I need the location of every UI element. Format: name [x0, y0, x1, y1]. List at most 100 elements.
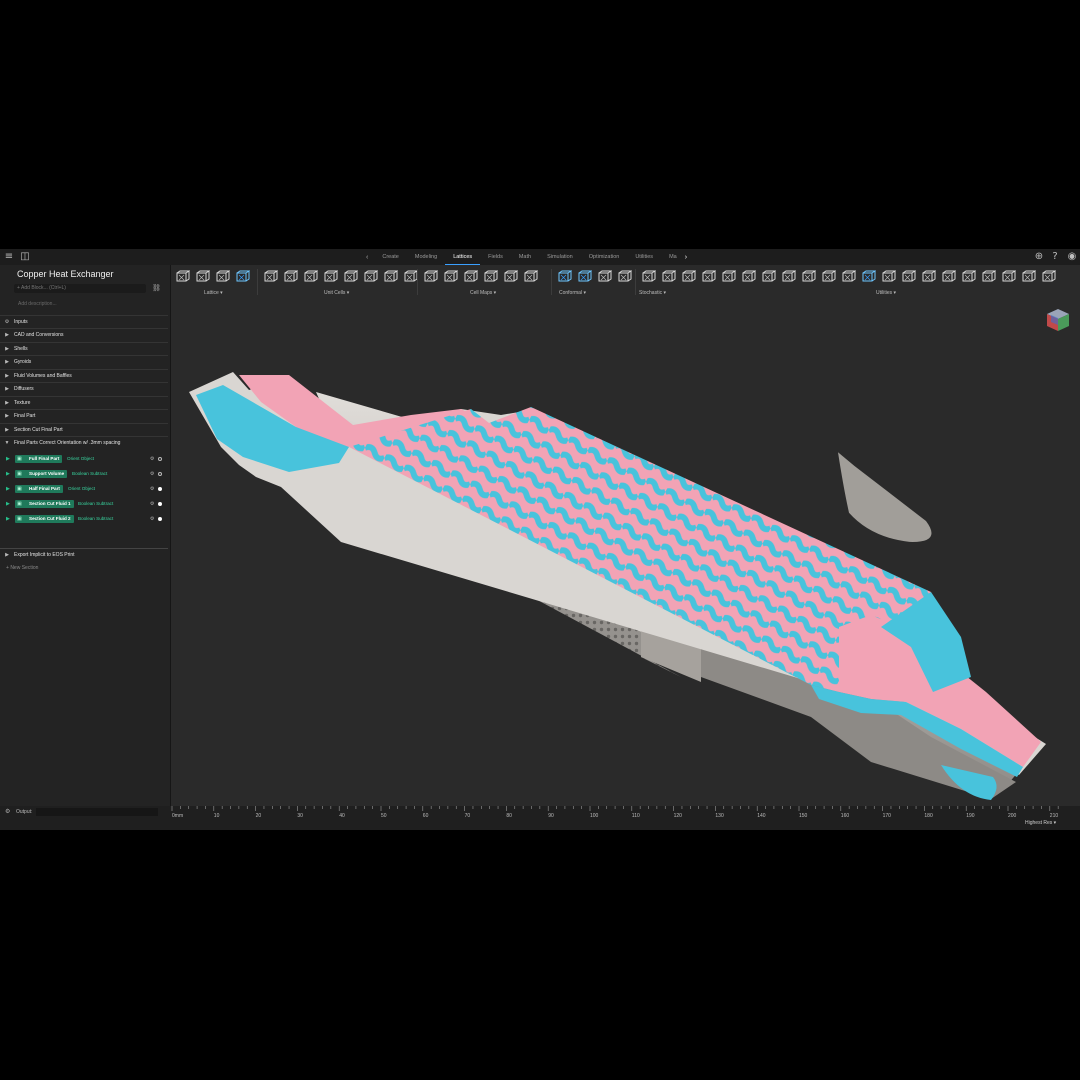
- toolbar-tool-icon[interactable]: [1041, 269, 1056, 284]
- add-block-input[interactable]: + Add Block... (Ctrl+L): [14, 284, 146, 293]
- tabs-scroll-right-icon[interactable]: ›: [679, 254, 693, 261]
- toolbar-tool-icon[interactable]: [403, 269, 418, 284]
- menu-icon[interactable]: ≡: [3, 251, 15, 263]
- section-texture[interactable]: ▶ Texture: [0, 396, 168, 409]
- toolbar-tool-icon[interactable]: [343, 269, 358, 284]
- toolbar-tool-icon[interactable]: [557, 269, 572, 284]
- tabs-scroll-left-icon[interactable]: ‹: [360, 254, 374, 261]
- gear-icon[interactable]: ⚙: [150, 483, 154, 495]
- toolbar-tool-icon[interactable]: [761, 269, 776, 284]
- toolbar-tool-icon[interactable]: [741, 269, 756, 284]
- toolbar-tool-icon[interactable]: [323, 269, 338, 284]
- toolbar-tool-icon[interactable]: [681, 269, 696, 284]
- toolbar-tool-icon[interactable]: [1021, 269, 1036, 284]
- toolbar-tool-icon[interactable]: [383, 269, 398, 284]
- toolbar-tool-icon[interactable]: [941, 269, 956, 284]
- visibility-toggle[interactable]: [158, 517, 162, 521]
- toolbar-tool-icon[interactable]: [577, 269, 592, 284]
- tab-more[interactable]: Ma: [661, 249, 679, 265]
- block-section-cut-fluid-2[interactable]: ▶ ▣ Section Cut Fluid 2 Boolean Subtract …: [4, 513, 168, 525]
- tab-optimization[interactable]: Optimization: [581, 249, 628, 265]
- block-support-volume[interactable]: ▶ ▣ Support Volume Boolean Subtract ⚙: [4, 468, 168, 480]
- toolbar-tool-icon[interactable]: [821, 269, 836, 284]
- toolbar-tool-icon[interactable]: [483, 269, 498, 284]
- toolbar-tool-icon[interactable]: [881, 269, 896, 284]
- download-icon[interactable]: ⊕: [1033, 251, 1045, 263]
- toolbar-tool-icon[interactable]: [721, 269, 736, 284]
- visibility-toggle[interactable]: [158, 472, 162, 476]
- toolbar-tool-icon[interactable]: [597, 269, 612, 284]
- section-cad-and-conversions[interactable]: ▶ CAD and Conversions: [0, 328, 168, 341]
- group-lattice-dropdown[interactable]: Lattice ▾: [204, 290, 223, 296]
- toolbar-tool-icon[interactable]: [283, 269, 298, 284]
- toolbar-tool-icon[interactable]: [1001, 269, 1016, 284]
- gear-icon[interactable]: ⚙: [150, 513, 154, 525]
- gear-icon[interactable]: ⚙: [5, 808, 10, 815]
- toolbar-tool-icon[interactable]: [523, 269, 538, 284]
- toolbar-tool-icon[interactable]: [641, 269, 656, 284]
- toolbar-tool-icon[interactable]: [423, 269, 438, 284]
- visibility-toggle[interactable]: [158, 487, 162, 491]
- resolution-dropdown[interactable]: Highest Res ▾: [1025, 820, 1056, 826]
- section-shells[interactable]: ▶ Shells: [0, 342, 168, 355]
- group-conformal-dropdown[interactable]: Conformal ▾: [559, 290, 586, 296]
- output-field[interactable]: [36, 808, 158, 816]
- toolbar-tool-icon[interactable]: [617, 269, 632, 284]
- tab-create[interactable]: Create: [374, 249, 407, 265]
- group-utilities-dropdown[interactable]: Utilities ▾: [876, 290, 896, 296]
- tab-lattices[interactable]: Lattices: [445, 249, 481, 265]
- block-half-final-part[interactable]: ▶ ▣ Half Final Part Orient Object ⚙: [4, 483, 168, 495]
- visibility-toggle[interactable]: [158, 502, 162, 506]
- toolbar-tool-icon[interactable]: [463, 269, 478, 284]
- section-final-part[interactable]: ▶ Final Part: [0, 409, 168, 422]
- gear-icon[interactable]: ⚙: [150, 498, 154, 510]
- group-stochastic-dropdown[interactable]: Stochastic ▾: [639, 290, 666, 296]
- gear-icon[interactable]: ⚙: [150, 468, 154, 480]
- tab-utilities[interactable]: Utilities: [627, 249, 661, 265]
- view-cube-icon[interactable]: [1045, 307, 1071, 333]
- block-full-final-part[interactable]: ▶ ▣ Full Final Part Orient Object ⚙: [4, 453, 168, 465]
- group-unit-cells-dropdown[interactable]: Unit Cells ▾: [324, 290, 349, 296]
- toolbar-tool-icon[interactable]: [195, 269, 210, 284]
- toolbar-tool-icon[interactable]: [235, 269, 250, 284]
- toolbar-tool-icon[interactable]: [263, 269, 278, 284]
- block-section-cut-fluid-1[interactable]: ▶ ▣ Section Cut Fluid 1 Boolean Subtract …: [4, 498, 168, 510]
- toolbar-tool-icon[interactable]: [961, 269, 976, 284]
- heat-exchanger-model[interactable]: [171, 297, 1080, 806]
- block-name-pill[interactable]: ▣ Half Final Part: [15, 485, 63, 493]
- help-icon[interactable]: ?: [1049, 251, 1061, 263]
- project-title[interactable]: Copper Heat Exchanger: [17, 269, 114, 279]
- section-fluid-volumes[interactable]: ▶ Fluid Volumes and Baffles: [0, 369, 168, 382]
- toolbar-tool-icon[interactable]: [701, 269, 716, 284]
- block-name-pill[interactable]: ▣ Full Final Part: [15, 455, 63, 463]
- block-name-pill[interactable]: ▣ Section Cut Fluid 1: [15, 500, 74, 508]
- toolbar-tool-icon[interactable]: [175, 269, 190, 284]
- toolbar-tool-icon[interactable]: [801, 269, 816, 284]
- section-inputs[interactable]: ⚙ Inputs: [0, 315, 168, 328]
- toolbar-tool-icon[interactable]: [981, 269, 996, 284]
- group-cell-maps-dropdown[interactable]: Cell Maps ▾: [470, 290, 496, 296]
- visibility-toggle[interactable]: [158, 457, 162, 461]
- section-export-implicit[interactable]: ▶ Export Implicit to EOS Print: [0, 548, 168, 562]
- toolbar-tool-icon[interactable]: [861, 269, 876, 284]
- toolbar-tool-icon[interactable]: [215, 269, 230, 284]
- section-diffusers[interactable]: ▶ Diffusers: [0, 382, 168, 395]
- new-section-button[interactable]: + New Section: [6, 565, 38, 571]
- link-icon[interactable]: ⛓: [152, 284, 161, 292]
- add-description-field[interactable]: Add description...: [18, 301, 57, 307]
- toolbar-tool-icon[interactable]: [503, 269, 518, 284]
- toolbar-tool-icon[interactable]: [901, 269, 916, 284]
- toolbar-tool-icon[interactable]: [841, 269, 856, 284]
- block-name-pill[interactable]: ▣ Section Cut Fluid 2: [15, 515, 74, 523]
- toolbar-tool-icon[interactable]: [303, 269, 318, 284]
- tab-simulation[interactable]: Simulation: [539, 249, 581, 265]
- gear-icon[interactable]: ⚙: [150, 453, 154, 465]
- toolbar-tool-icon[interactable]: [363, 269, 378, 284]
- account-icon[interactable]: ◉: [1066, 251, 1078, 263]
- toolbar-tool-icon[interactable]: [781, 269, 796, 284]
- block-name-pill[interactable]: ▣ Support Volume: [15, 470, 68, 478]
- toolbar-tool-icon[interactable]: [443, 269, 458, 284]
- toolbar-tool-icon[interactable]: [661, 269, 676, 284]
- section-final-parts-orientation[interactable]: ▼ Final Parts Correct Orientation w/ .3mm…: [0, 436, 168, 449]
- sidebar-toggle-icon[interactable]: ◫: [19, 251, 31, 263]
